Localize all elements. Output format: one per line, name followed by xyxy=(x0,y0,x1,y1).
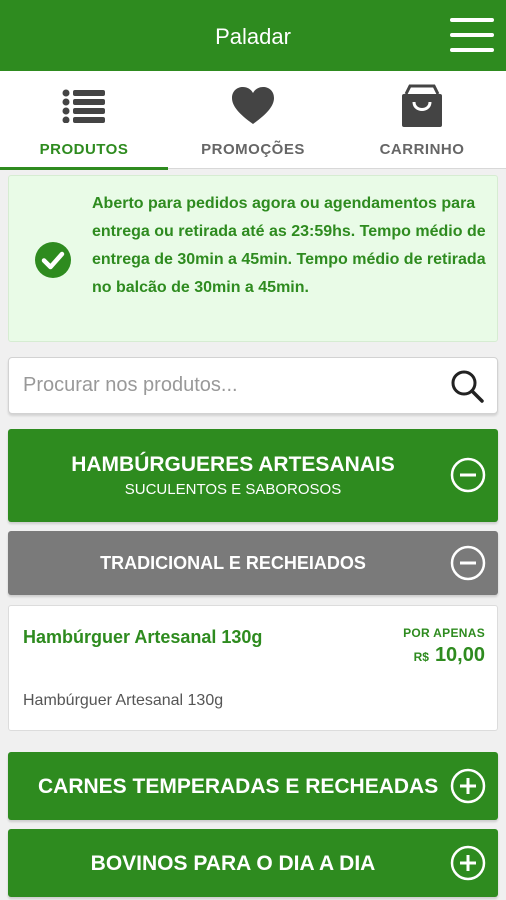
tab-bar: PRODUTOS PROMOÇÕES CARRINHO xyxy=(0,71,506,170)
category-carnes-temperadas[interactable]: CARNES TEMPERADAS E RECHEADAS xyxy=(8,752,498,820)
category-title: CARNES TEMPERADAS E RECHEADAS xyxy=(38,775,439,798)
product-name: Hambúrguer Artesanal 130g xyxy=(23,627,263,647)
tab-label: PRODUTOS xyxy=(39,141,129,158)
product-description: Hambúrguer Artesanal 130g xyxy=(23,692,224,709)
expand-icon[interactable] xyxy=(450,845,486,881)
price-currency: R$ xyxy=(413,650,429,664)
search-input[interactable] xyxy=(23,358,443,413)
product-price: R$ 10,00 xyxy=(414,644,485,667)
heart-icon xyxy=(169,83,337,129)
shopping-bag-icon xyxy=(338,83,506,129)
tab-produtos[interactable]: PRODUTOS xyxy=(0,71,168,170)
hamburger-menu-icon[interactable] xyxy=(450,18,494,54)
tab-promocoes[interactable]: PROMOÇÕES xyxy=(169,71,337,169)
tab-label: PROMOÇÕES xyxy=(201,141,305,158)
app-title: Paladar xyxy=(215,24,291,49)
subcategory-tradicional-recheiados[interactable]: TRADICIONAL E RECHEIADOS xyxy=(8,531,498,595)
top-app-bar: Paladar xyxy=(0,0,506,71)
notice-text: Aberto para pedidos agora ou agendamento… xyxy=(92,195,486,296)
search-bar xyxy=(8,357,498,414)
product-card[interactable]: Hambúrguer Artesanal 130g POR APENAS R$ 1… xyxy=(8,605,498,731)
price-value: 10,00 xyxy=(434,644,485,666)
expand-icon[interactable] xyxy=(450,768,486,804)
collapse-icon[interactable] xyxy=(450,457,486,493)
collapse-icon[interactable] xyxy=(450,545,486,581)
store-status-notice: Aberto para pedidos agora ou agendamento… xyxy=(8,175,498,342)
search-icon[interactable] xyxy=(449,368,485,404)
category-title: HAMBÚRGUERES ARTESANAIS xyxy=(71,453,395,476)
category-subtitle: SUCULENTOS E SABOROSOS xyxy=(124,481,342,498)
check-circle-icon xyxy=(35,242,71,278)
category-hamburgueres-artesanais[interactable]: HAMBÚRGUERES ARTESANAIS SUCULENTOS E SAB… xyxy=(8,429,498,522)
category-bovinos[interactable]: BOVINOS PARA O DIA A DIA xyxy=(8,829,498,897)
price-label: POR APENAS xyxy=(403,626,485,640)
list-icon xyxy=(0,83,168,129)
category-title: BOVINOS PARA O DIA A DIA xyxy=(90,852,376,875)
tab-carrinho[interactable]: CARRINHO xyxy=(338,71,506,169)
subcategory-title: TRADICIONAL E RECHEIADOS xyxy=(100,553,366,573)
tab-label: CARRINHO xyxy=(379,141,465,158)
